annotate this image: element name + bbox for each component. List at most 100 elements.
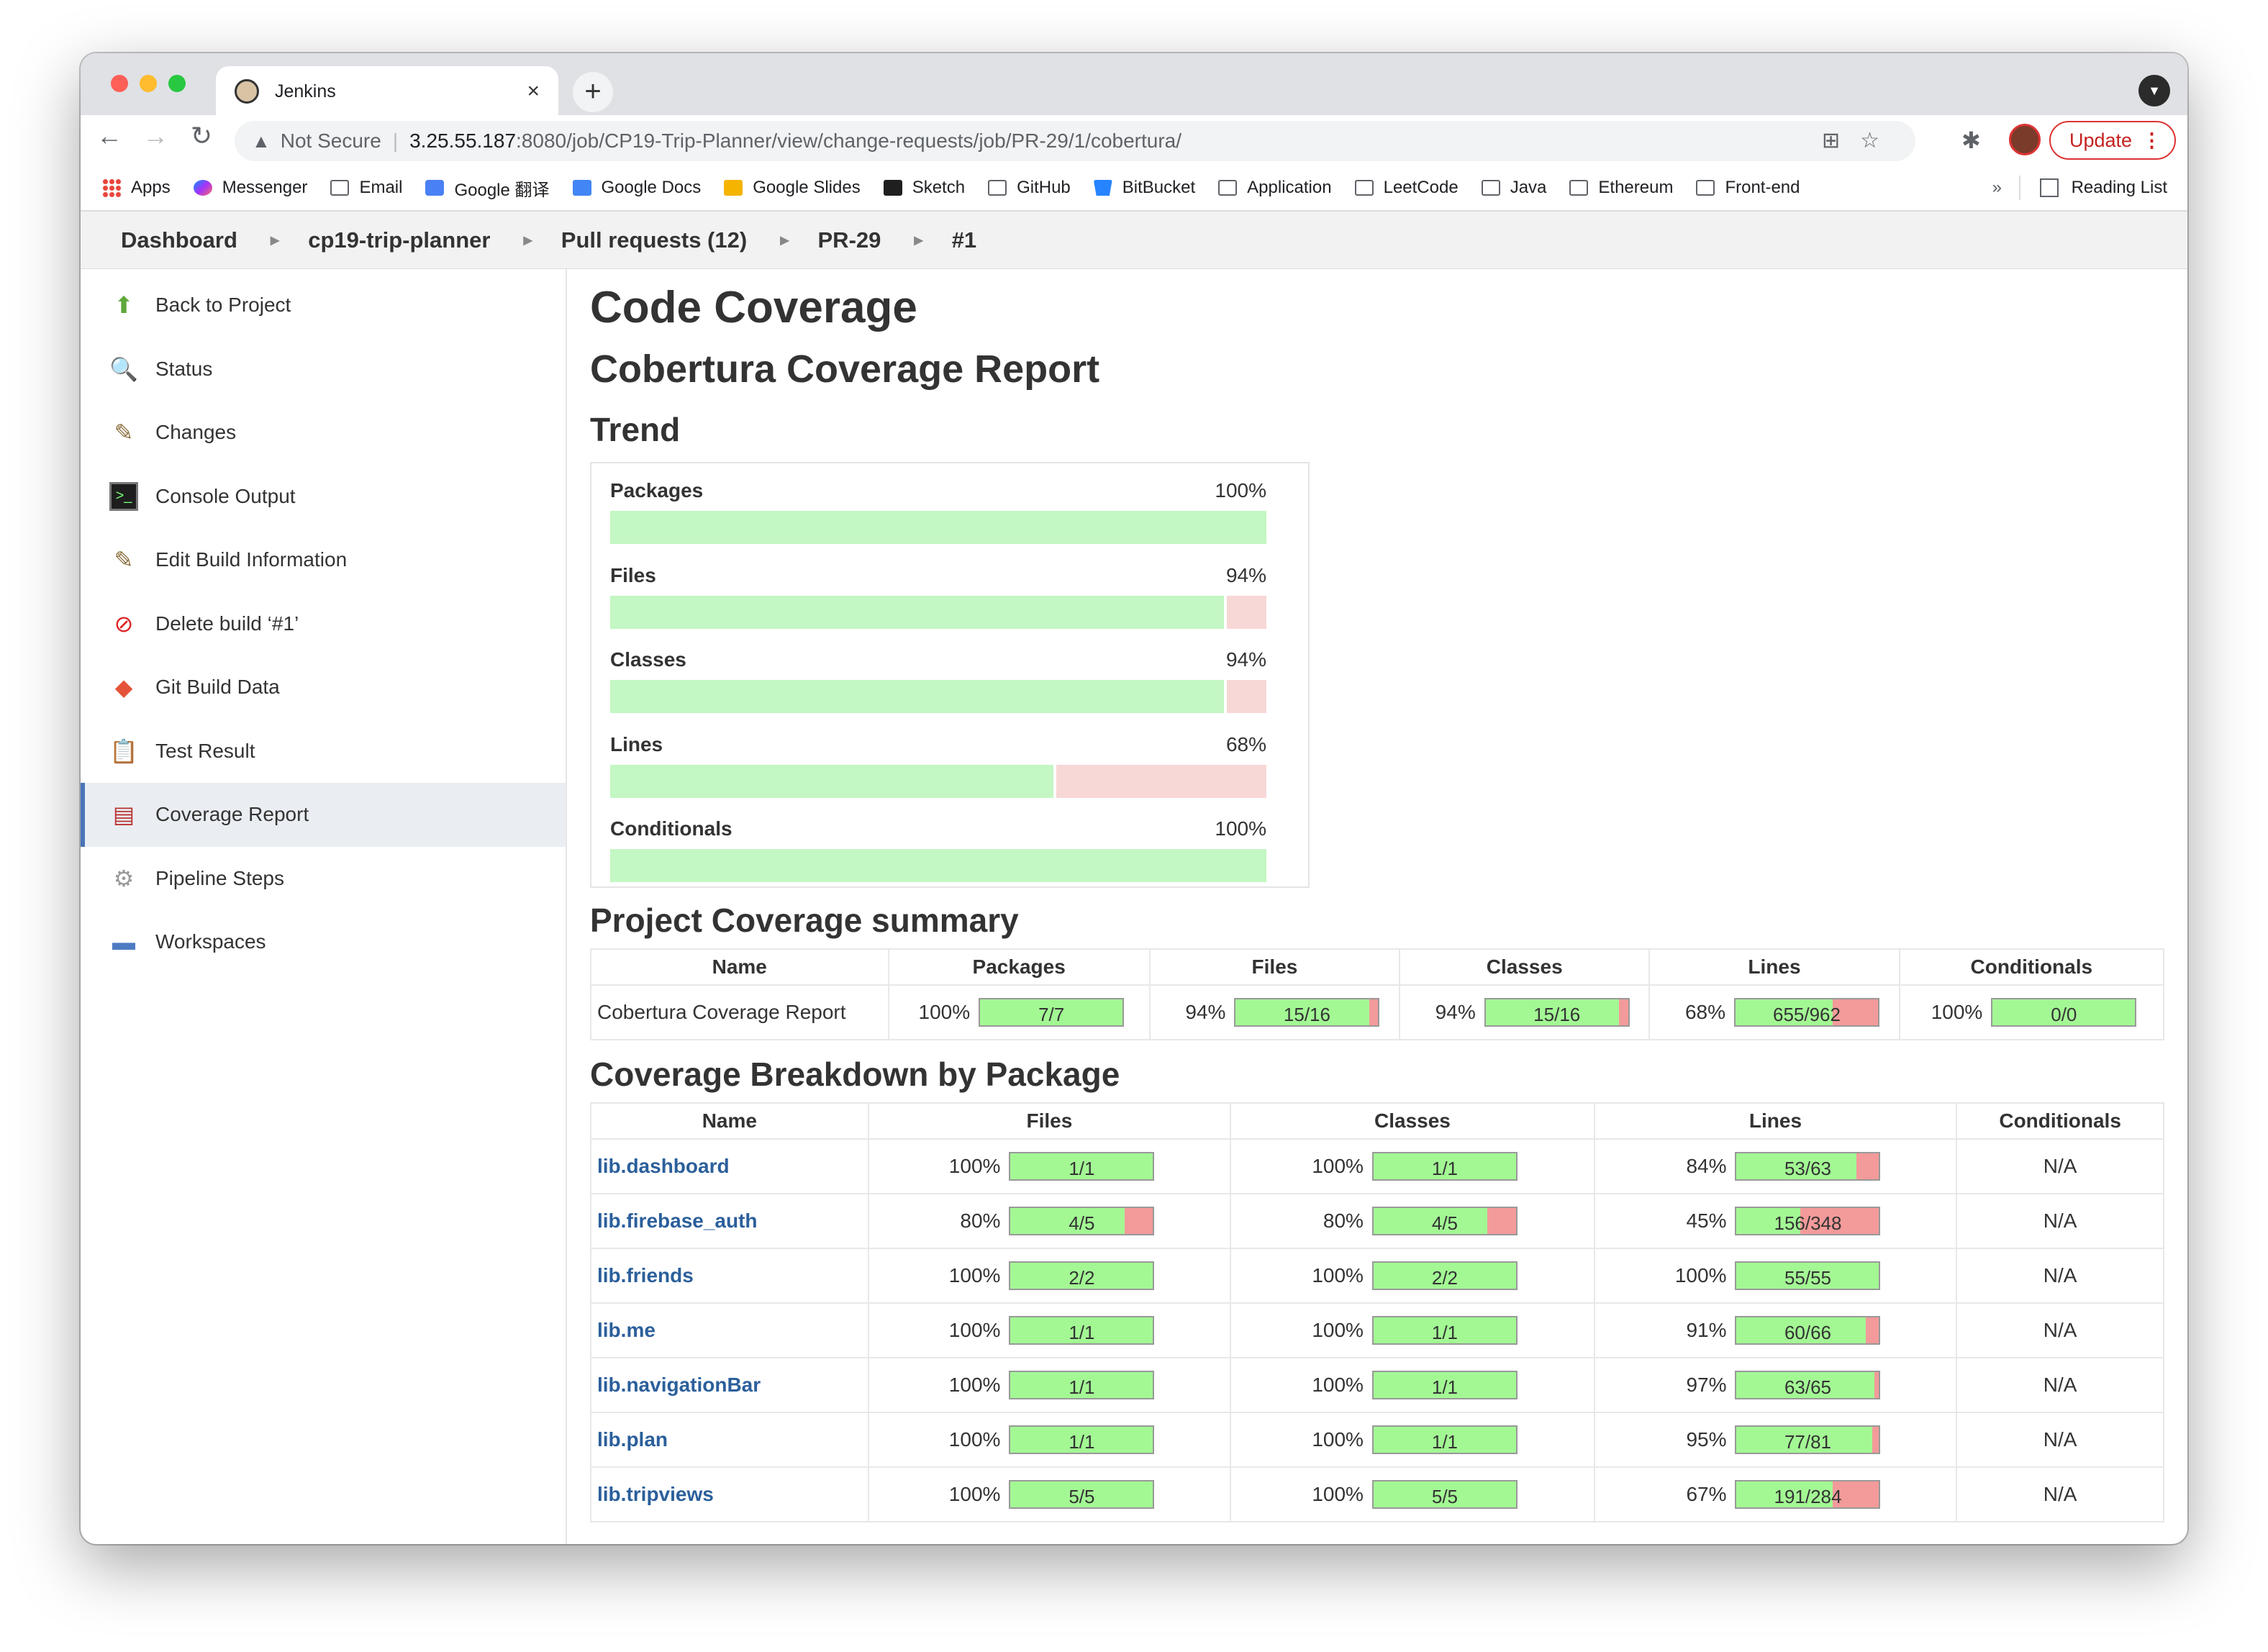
chevron-right-icon[interactable]: ▶ [271,233,279,248]
coverage-ratio: 15/16 [1533,1004,1581,1025]
zoom-window-button[interactable] [168,75,186,92]
sidebar-item-edit-build-information[interactable]: ✎ Edit Build Information [81,528,566,592]
profile-avatar[interactable] [2009,124,2041,155]
package-link[interactable]: lib.friends [597,1264,694,1286]
sidebar-item-pipeline-steps[interactable]: ⚙ Pipeline Steps [81,847,566,911]
breadcrumb-item[interactable]: #1 [952,227,976,253]
bookmark-item[interactable]: LeetCode [1354,178,1459,198]
reload-icon[interactable]: ↻ [183,121,220,151]
trend-label: Packages [610,479,704,502]
bookmark-label: Email [359,178,403,197]
package-link[interactable]: lib.navigationBar [597,1374,761,1396]
report-title: Cobertura Coverage Report [590,348,1100,391]
summary-metric-cell: 100% 0/0 [1898,984,2165,1040]
package-link[interactable]: lib.firebase_auth [597,1210,758,1232]
close-window-button[interactable] [111,75,128,92]
sidebar-item-test-result[interactable]: 📋 Test Result [81,720,566,784]
breakdown-metric-cell: 100% 1/1 [867,1302,1232,1358]
bookmark-star-icon[interactable]: ☆ [1860,129,1900,153]
package-link[interactable]: lib.plan [597,1428,668,1451]
coverage-bar: 5/5 [1371,1480,1518,1509]
folder-icon [1354,180,1374,196]
update-button[interactable]: Update ⋮ [2049,121,2176,160]
back-arrow-icon[interactable]: ← [91,121,128,151]
breadcrumb-item[interactable]: Pull requests (12) [561,227,747,253]
bookmark-label: Application [1247,178,1332,197]
bookmark-item[interactable]: Messenger [193,178,307,198]
chevron-right-icon[interactable]: ▶ [914,233,922,248]
minimize-window-button[interactable] [140,75,157,92]
breadcrumb-item[interactable]: Dashboard [121,227,237,253]
coverage-bar: 655/962 [1733,998,1879,1027]
bookmark-label: Google Slides [753,178,861,197]
extensions-icon[interactable]: ✱ [1961,127,1981,154]
bookmark-label: Front-end [1725,178,1800,197]
coverage-ratio: 7/7 [1038,1004,1065,1025]
coverage-bar: 15/16 [1484,998,1630,1027]
bookmarks-overflow-icon[interactable]: » [1992,178,2002,198]
bookmark-item[interactable]: Apps [102,178,171,198]
reading-list-button[interactable]: Reading List [2039,178,2167,198]
breakdown-metric-cell: 97% 63/65 [1593,1357,1958,1413]
bookmark-item[interactable]: Google Slides [724,178,861,198]
bookmark-item[interactable]: Google Docs [572,178,701,198]
breakdown-metric-cell: 67% 191/284 [1593,1466,1958,1522]
breadcrumb-item[interactable]: cp19-trip-planner [308,227,490,253]
coverage-ratio: 156/348 [1774,1212,1842,1234]
bookmarks-divider [2019,176,2020,200]
translate-icon[interactable]: ⊞ [1822,129,1860,153]
bookmark-item[interactable]: GitHub [988,178,1071,198]
package-name-cell: lib.me [590,1302,869,1358]
sidebar-item-status[interactable]: 🔍 Status [81,337,566,401]
breadcrumb-item[interactable]: PR-29 [818,227,881,253]
bookmark-item[interactable]: Front-end [1696,178,1800,198]
browser-tab[interactable]: Jenkins × [216,66,558,117]
coverage-percent: 97% [1686,1374,1727,1396]
address-bar[interactable]: ▲ Not Secure | 3.25.55.187:8080/job/CP19… [235,121,1915,161]
chevron-right-icon[interactable]: ▶ [780,233,789,248]
new-tab-button[interactable]: + [573,72,613,112]
bookmarks-bar: Apps Messenger Email Google 翻译 Google Docs Go… [81,165,2187,212]
summary-column-header: Packages [887,948,1151,986]
package-link[interactable]: lib.tripviews [597,1483,714,1505]
sidebar-item-coverage-report[interactable]: ▤ Coverage Report [81,783,566,847]
forward-arrow-icon[interactable]: → [137,121,174,151]
trend-heading: Trend [590,411,681,448]
package-link[interactable]: lib.dashboard [597,1155,730,1177]
sidebar-item-back-to-project[interactable]: ⬆ Back to Project [81,273,566,337]
coverage-cell: 100% 1/1 [875,1371,1225,1399]
coverage-percent: 94% [1435,1001,1476,1023]
bookmark-item[interactable]: Ethereum [1569,178,1673,198]
sidebar-item-label: Edit Build Information [155,548,348,571]
clipboard-icon: 📋 [109,738,138,764]
trend-bar-fill [610,511,1266,544]
sidebar-item-console-output[interactable]: >_ Console Output [81,465,566,529]
coverage-percent: 100% [918,1001,971,1023]
bookmark-item[interactable]: Google 翻译 [425,176,550,201]
trend-bar-fill [610,849,1266,882]
coverage-cell: 100% 1/1 [875,1425,1225,1454]
tab-search-icon[interactable]: ▼ [2138,75,2170,106]
coverage-cell: 100% 1/1 [875,1152,1225,1181]
conditionals-cell: N/A [1956,1138,2164,1194]
bookmark-item[interactable]: Sketch [883,178,965,198]
coverage-cell: 100% 2/2 [875,1261,1225,1290]
bookmark-item[interactable]: BitBucket [1093,178,1195,198]
coverage-percent: 68% [1684,1001,1725,1023]
conditionals-cell: N/A [1956,1466,2164,1522]
bookmark-item[interactable]: Email [330,178,402,198]
package-name-cell: lib.navigationBar [590,1357,869,1413]
bookmark-item[interactable]: Java [1481,178,1546,198]
coverage-cell: 80% 4/5 [875,1207,1225,1235]
coverage-bar: 2/2 [1371,1261,1518,1290]
sidebar-item-workspaces[interactable]: ▬ Workspaces [81,910,566,974]
sidebar-item-changes[interactable]: ✎ Changes [81,401,566,465]
sidebar-item-delete-build-1[interactable]: ⊘ Delete build ‘#1’ [81,592,566,656]
bookmark-item[interactable]: Application [1218,178,1332,198]
tab-close-icon[interactable]: × [527,79,540,104]
chevron-right-icon[interactable]: ▶ [523,233,532,248]
reading-list-icon [2039,178,2059,197]
sidebar-item-git-build-data[interactable]: ◆ Git Build Data [81,655,566,720]
coverage-bar: 4/5 [1009,1207,1155,1235]
package-link[interactable]: lib.me [597,1319,656,1341]
